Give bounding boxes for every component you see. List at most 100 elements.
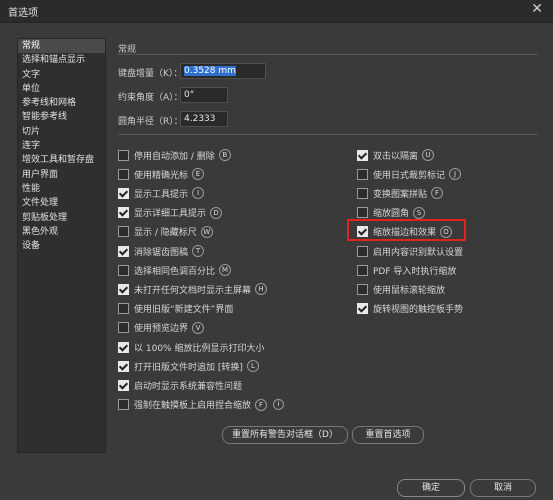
checkbox-label: 强制在触摸板上启用捏合缩放 <box>134 401 252 412</box>
highlight-box <box>347 219 466 241</box>
preference-checkbox[interactable]: 消除锯齿图稿 T <box>118 244 205 258</box>
checkbox-unchecked-icon[interactable] <box>118 322 129 334</box>
preference-checkbox[interactable]: 使用精确光标 E <box>118 167 205 181</box>
checkbox-checked-icon[interactable] <box>118 360 129 372</box>
checkbox-checked-icon[interactable] <box>118 187 129 199</box>
constrain-angle-input[interactable]: 0° <box>180 87 228 103</box>
preference-checkbox[interactable]: 旋转视图的触控板手势 <box>357 302 463 316</box>
checkbox-unchecked-icon[interactable] <box>357 187 368 199</box>
sidebar-item[interactable]: 参考线和网格 <box>18 96 105 110</box>
preference-checkbox[interactable]: 强制在触摸板上启用捏合缩放 Fi <box>118 398 285 412</box>
preference-checkbox[interactable]: 以 100% 缩放比例显示打印大小 <box>118 340 264 354</box>
sidebar-item[interactable]: 设备 <box>18 239 105 253</box>
sidebar-item[interactable]: 选择和锚点显示 <box>18 53 105 67</box>
checkbox-checked-icon[interactable] <box>118 341 129 353</box>
preference-checkbox[interactable]: 显示 / 隐藏标尺 W <box>118 225 213 239</box>
sidebar-item[interactable]: 增效工具和暂存盘 <box>18 153 105 167</box>
checkbox-label: 以 100% 缩放比例显示打印大小 <box>134 343 265 354</box>
shortcut-key-badge: J <box>449 168 462 181</box>
checkbox-label: 未打开任何文档时显示主屏幕 <box>134 285 252 296</box>
ok-button[interactable]: 确定 <box>397 479 465 497</box>
preference-checkbox[interactable]: 启用内容识别默认设置 <box>357 244 463 258</box>
preference-checkbox[interactable]: 启动时显示系统兼容性问题 <box>118 378 242 392</box>
sidebar-item[interactable]: 常规 <box>18 39 105 54</box>
sidebar-item[interactable]: 切片 <box>18 125 105 139</box>
checkbox-unchecked-icon[interactable] <box>118 399 129 411</box>
sidebar-item[interactable]: 性能 <box>18 182 105 196</box>
reset-preferences-button[interactable]: 重置首选项 <box>352 426 424 444</box>
checkbox-label: 启动时显示系统兼容性问题 <box>134 381 243 392</box>
shortcut-key-badge: F <box>255 398 268 411</box>
checkbox-label: 变换图案拼贴 <box>373 189 428 200</box>
section-divider-2 <box>118 134 538 135</box>
close-icon[interactable]: ✕ <box>531 1 543 17</box>
preference-checkbox[interactable]: 双击以隔离 U <box>357 148 435 162</box>
sidebar-item[interactable]: 黑色外观 <box>18 225 105 239</box>
checkbox-label: 打开旧版文件时追加 [转换] <box>134 362 243 373</box>
preference-checkbox[interactable]: 使用预览边界 V <box>118 321 205 335</box>
checkbox-label: 停用自动添加 / 删除 <box>134 151 215 162</box>
checkbox-label: 缩放圆角 <box>373 209 410 220</box>
preference-checkbox[interactable]: 停用自动添加 / 删除 B <box>118 148 231 162</box>
corner-radius-input[interactable]: 4.2333 <box>180 111 228 127</box>
preference-checkbox[interactable]: 未打开任何文档时显示主屏幕 H <box>118 282 268 296</box>
checkbox-label: 显示工具提示 <box>134 189 189 200</box>
shortcut-key-badge: W <box>200 225 213 238</box>
reset-warnings-button[interactable]: 重置所有警告对话框（D） <box>222 426 348 444</box>
preference-checkbox[interactable]: 使用旧版“新建文件”界面 <box>118 302 233 316</box>
checkbox-unchecked-icon[interactable] <box>118 149 129 161</box>
constrain-angle-label: 约束角度（A）： <box>118 93 183 103</box>
checkbox-label: 使用鼠标滚轮缩放 <box>373 285 446 296</box>
preference-checkbox[interactable]: 显示详细工具提示 D <box>118 206 223 220</box>
checkbox-unchecked-icon[interactable] <box>118 264 129 276</box>
preference-checkbox[interactable]: 变换图案拼贴 F <box>357 186 444 200</box>
checkbox-unchecked-icon[interactable] <box>118 226 129 238</box>
checkbox-unchecked-icon[interactable] <box>357 168 368 180</box>
checkbox-checked-icon[interactable] <box>118 207 129 219</box>
preference-checkbox[interactable]: PDF 导入时执行缩放 <box>357 263 456 277</box>
checkbox-label: 显示详细工具提示 <box>134 209 207 220</box>
checkbox-unchecked-icon[interactable] <box>357 283 368 295</box>
checkbox-checked-icon[interactable] <box>118 379 129 391</box>
checkbox-checked-icon[interactable] <box>118 283 129 295</box>
sidebar-item[interactable]: 单位 <box>18 82 105 96</box>
keyboard-increment-input[interactable]: 0.3528 mm <box>180 63 266 79</box>
cancel-button[interactable]: 取消 <box>470 479 536 497</box>
preference-checkbox[interactable]: 选择相同色调百分比 M <box>118 263 232 277</box>
shortcut-key-badge: B <box>218 149 231 161</box>
shortcut-key-badge: E <box>192 168 205 181</box>
checkbox-unchecked-icon[interactable] <box>118 303 129 315</box>
checkbox-checked-icon[interactable] <box>357 303 368 315</box>
shortcut-key-badge: H <box>255 283 268 296</box>
checkbox-unchecked-icon[interactable] <box>357 264 368 276</box>
checkbox-unchecked-icon[interactable] <box>357 207 368 219</box>
checkbox-unchecked-icon[interactable] <box>118 168 129 180</box>
preference-checkbox[interactable]: 缩放圆角 S <box>357 206 426 220</box>
preference-checkbox[interactable]: 打开旧版文件时追加 [转换] L <box>118 359 259 373</box>
shortcut-key-badge: I <box>192 187 205 200</box>
preference-checkbox[interactable]: 使用鼠标滚轮缩放 <box>357 282 445 296</box>
info-icon[interactable]: i <box>273 399 285 411</box>
sidebar-item[interactable]: 智能参考线 <box>18 110 105 124</box>
section-divider <box>118 54 538 55</box>
preference-checkbox[interactable]: 显示工具提示 I <box>118 186 205 200</box>
keyboard-increment-value: 0.3528 mm <box>184 66 236 76</box>
checkbox-label: 使用预览边界 <box>134 324 189 335</box>
checkbox-checked-icon[interactable] <box>357 149 368 161</box>
checkbox-label: 使用精确光标 <box>134 170 189 181</box>
sidebar: 常规 选择和锚点显示 文字 单位 参考线和网格 智能参考线 切片 连字 增效工具和暂存盘 用户界面… <box>17 38 106 453</box>
checkbox-unchecked-icon[interactable] <box>357 245 368 257</box>
shortcut-key-badge: V <box>192 321 205 334</box>
checkbox-label: 显示 / 隐藏标尺 <box>134 228 197 239</box>
sidebar-item[interactable]: 文件处理 <box>18 196 105 210</box>
sidebar-item[interactable]: 用户界面 <box>18 168 105 182</box>
sidebar-item[interactable]: 剪贴板处理 <box>18 211 105 225</box>
checkbox-checked-icon[interactable] <box>118 245 129 257</box>
checkbox-label: 启用内容识别默认设置 <box>373 247 464 258</box>
sidebar-item[interactable]: 连字 <box>18 139 105 153</box>
preference-checkbox[interactable]: 使用日式裁剪标记 J <box>357 167 462 181</box>
sidebar-item[interactable]: 文字 <box>18 68 105 82</box>
checkbox-label: 双击以隔离 <box>373 151 419 162</box>
checkbox-label: 旋转视图的触控板手势 <box>373 305 464 316</box>
shortcut-key-badge: M <box>219 264 232 277</box>
